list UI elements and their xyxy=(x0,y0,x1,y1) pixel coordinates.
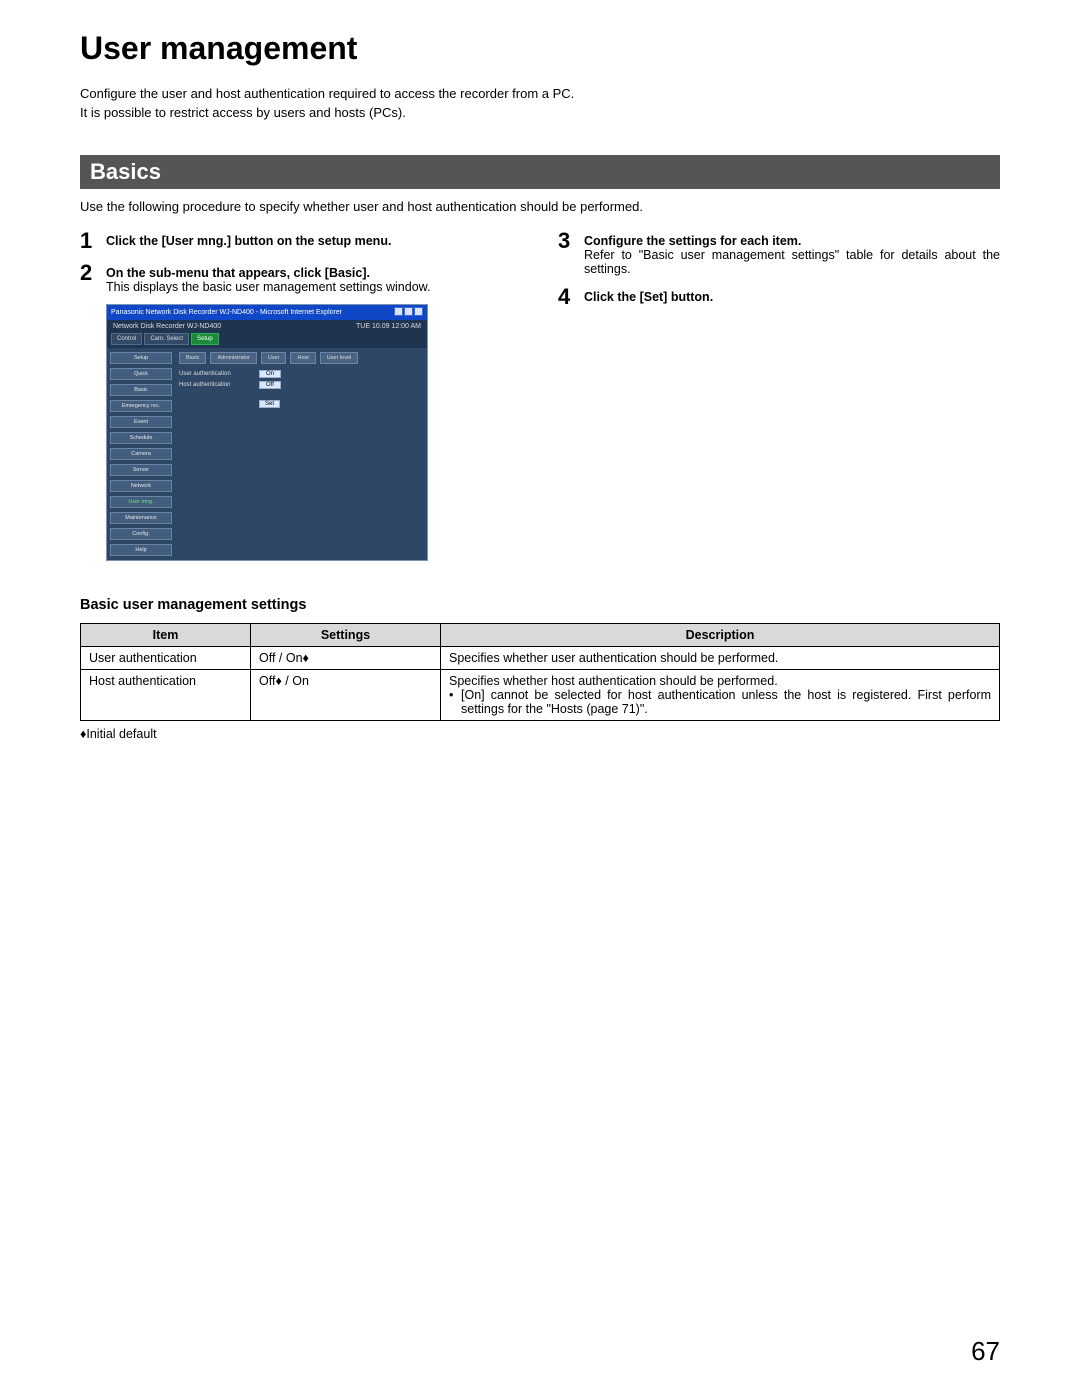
cell-desc: Specifies whether user authentication sh… xyxy=(441,646,1000,669)
top-tab-cam-select[interactable]: Cam. Select xyxy=(144,333,189,345)
section-desc: Use the following procedure to specify w… xyxy=(80,199,1000,214)
row-label-host-auth: Host authentication xyxy=(179,382,259,388)
side-basic[interactable]: Basic xyxy=(110,384,172,396)
set-button[interactable]: Set xyxy=(259,400,280,408)
subtab-user[interactable]: User xyxy=(261,352,287,364)
step-plain: This displays the basic user management … xyxy=(106,280,430,294)
step-number: 1 xyxy=(80,230,106,252)
page-title: User management xyxy=(80,30,1000,67)
side-user-mng[interactable]: User mng. xyxy=(110,496,172,508)
side-maintenance[interactable]: Maintenance xyxy=(110,512,172,524)
table-row: User authentication Off / On♦ Specifies … xyxy=(81,646,1000,669)
step-1: 1 Click the [User mng.] button on the se… xyxy=(80,230,522,252)
step-text: Click the [Set] button. xyxy=(584,290,713,304)
th-item: Item xyxy=(81,623,251,646)
row-value-host-auth[interactable]: Off xyxy=(259,381,281,389)
step-plain: Refer to "Basic user management settings… xyxy=(584,248,1000,276)
step-number: 2 xyxy=(80,262,106,284)
step-number: 4 xyxy=(558,286,584,308)
step-number: 3 xyxy=(558,230,584,252)
cell-settings: Off / On♦ xyxy=(251,646,441,669)
side-emergency[interactable]: Emergency rec. xyxy=(110,400,172,412)
side-server[interactable]: Server xyxy=(110,464,172,476)
intro-line1: Configure the user and host authenticati… xyxy=(80,86,574,101)
clock-label: TUE 10.09 12:00 AM xyxy=(356,323,421,330)
subtab-host[interactable]: Host xyxy=(290,352,315,364)
side-network[interactable]: Network xyxy=(110,480,172,492)
th-description: Description xyxy=(441,623,1000,646)
sidebar: Setup Quick Basic Emergency rec. Event S… xyxy=(107,348,175,560)
side-schedule[interactable]: Schedule xyxy=(110,432,172,444)
intro-line2: It is possible to restrict access by use… xyxy=(80,105,406,120)
step-text: Click the [User mng.] button on the setu… xyxy=(106,234,391,248)
cell-settings: Off♦ / On xyxy=(251,669,441,720)
subtab-admin[interactable]: Administrator xyxy=(210,352,256,364)
section-heading: Basics xyxy=(80,155,1000,189)
top-tab-setup[interactable]: Setup xyxy=(191,333,219,345)
window-title: Panasonic Network Disk Recorder WJ-ND400… xyxy=(111,309,342,316)
th-settings: Settings xyxy=(251,623,441,646)
settings-screenshot: Panasonic Network Disk Recorder WJ-ND400… xyxy=(106,304,428,561)
side-config[interactable]: Config. xyxy=(110,528,172,540)
side-help[interactable]: Help xyxy=(110,544,172,556)
side-setup[interactable]: Setup xyxy=(110,352,172,364)
side-quick[interactable]: Quick xyxy=(110,368,172,380)
table-row: Host authentication Off♦ / On Specifies … xyxy=(81,669,1000,720)
step-2: 2 On the sub-menu that appears, click [B… xyxy=(80,262,522,294)
window-buttons xyxy=(393,307,423,318)
intro-text: Configure the user and host authenticati… xyxy=(80,85,1000,123)
top-tab-control[interactable]: Control xyxy=(111,333,142,345)
side-event[interactable]: Event xyxy=(110,416,172,428)
step-4: 4 Click the [Set] button. xyxy=(558,286,1000,308)
brand-label: Network Disk Recorder WJ-ND400 xyxy=(113,323,221,330)
row-value-user-auth[interactable]: On xyxy=(259,370,281,378)
step-bold: Configure the settings for each item. xyxy=(584,234,801,248)
desc-bullet: [On] cannot be selected for host authent… xyxy=(461,688,991,716)
side-camera[interactable]: Camera xyxy=(110,448,172,460)
settings-heading: Basic user management settings xyxy=(80,597,1000,613)
cell-desc: Specifies whether host authentication sh… xyxy=(441,669,1000,720)
subtab-basic[interactable]: Basic xyxy=(179,352,206,364)
cell-item: Host authentication xyxy=(81,669,251,720)
bullet-icon: • xyxy=(449,688,461,716)
footnote: ♦Initial default xyxy=(80,727,1000,741)
step-bold: On the sub-menu that appears, click [Bas… xyxy=(106,266,370,280)
cell-item: User authentication xyxy=(81,646,251,669)
row-label-user-auth: User authentication xyxy=(179,371,259,377)
desc-line: Specifies whether host authentication sh… xyxy=(449,674,778,688)
settings-table: Item Settings Description User authentic… xyxy=(80,623,1000,721)
page-number: 67 xyxy=(971,1336,1000,1367)
subtab-user-level[interactable]: User level xyxy=(320,352,358,364)
step-3: 3 Configure the settings for each item. … xyxy=(558,230,1000,276)
